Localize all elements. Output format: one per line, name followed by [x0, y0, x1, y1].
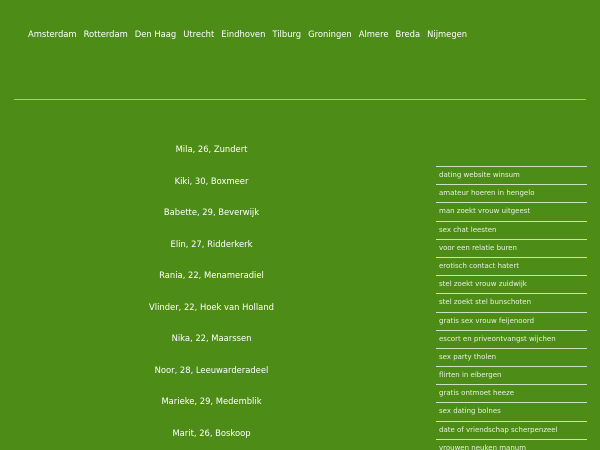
nav-link-utrecht[interactable]: Utrecht [183, 29, 214, 39]
profile-item[interactable]: Nika, 22, Maarssen [90, 332, 333, 364]
profile-item[interactable]: Marieke, 29, Medemblik [90, 395, 333, 427]
nav-link-tilburg[interactable]: Tilburg [272, 29, 301, 39]
nav-link-almere[interactable]: Almere [359, 29, 389, 39]
nav-link-nijmegen[interactable]: Nijmegen [427, 29, 467, 39]
nav-link-rotterdam[interactable]: Rotterdam [84, 29, 128, 39]
sidebar-link[interactable]: gratis sex vrouw feijenoord [436, 311, 587, 330]
nav-link-breda[interactable]: Breda [396, 29, 421, 39]
profile-item[interactable]: Vlinder, 22, Hoek van Holland [90, 301, 333, 333]
nav-link-amsterdam[interactable]: Amsterdam [28, 29, 77, 39]
sidebar-link[interactable]: sex party tholen [436, 347, 587, 366]
sidebar-links: dating website winsum amateur hoeren in … [436, 166, 587, 450]
sidebar-link[interactable]: date of vriendschap scherpenzeel [436, 420, 587, 439]
city-nav: Amsterdam Rotterdam Den Haag Utrecht Ein… [28, 29, 467, 39]
nav-link-groningen[interactable]: Groningen [308, 29, 352, 39]
sidebar-link[interactable]: man zoekt vrouw uitgeest [436, 202, 587, 220]
nav-link-eindhoven[interactable]: Eindhoven [221, 29, 265, 39]
sidebar-link[interactable]: vrouwen neuken manum [436, 438, 587, 450]
profile-item[interactable]: Mila, 26, Zundert [90, 143, 333, 175]
profile-item[interactable]: Elin, 27, Ridderkerk [90, 238, 333, 270]
sidebar-link[interactable]: erotisch contact hatert [436, 256, 587, 275]
sidebar-link[interactable]: amateur hoeren in hengelo [436, 184, 587, 202]
nav-link-den-haag[interactable]: Den Haag [135, 29, 176, 39]
profile-item[interactable]: Rania, 22, Menameradiel [90, 269, 333, 301]
profile-list: Mila, 26, Zundert Kiki, 30, Boxmeer Babe… [90, 143, 333, 450]
sidebar-link[interactable]: stel zoekt vrouw zuidwijk [436, 275, 587, 293]
sidebar-link[interactable]: voor een relatie buren [436, 238, 587, 257]
sidebar-link[interactable]: dating website winsum [436, 166, 587, 184]
sidebar-link[interactable]: sex dating bolnes [436, 402, 587, 420]
profile-item[interactable]: Noor, 28, Leeuwarderadeel [90, 364, 333, 396]
sidebar-link[interactable]: stel zoekt stel bunschoten [436, 293, 587, 311]
profile-item[interactable]: Babette, 29, Beverwijk [90, 206, 333, 238]
sidebar-link[interactable]: escort en priveontvangst wijchen [436, 329, 587, 348]
sidebar-link[interactable]: gratis ontmoet heeze [436, 384, 587, 402]
profile-item[interactable]: Marit, 26, Boskoop [90, 427, 333, 450]
sidebar-link[interactable]: sex chat leesten [436, 220, 587, 239]
header-divider [14, 99, 586, 100]
profile-item[interactable]: Kiki, 30, Boxmeer [90, 175, 333, 207]
sidebar-link[interactable]: flirten in eibergen [436, 366, 587, 384]
page: Amsterdam Rotterdam Den Haag Utrecht Ein… [0, 0, 600, 450]
